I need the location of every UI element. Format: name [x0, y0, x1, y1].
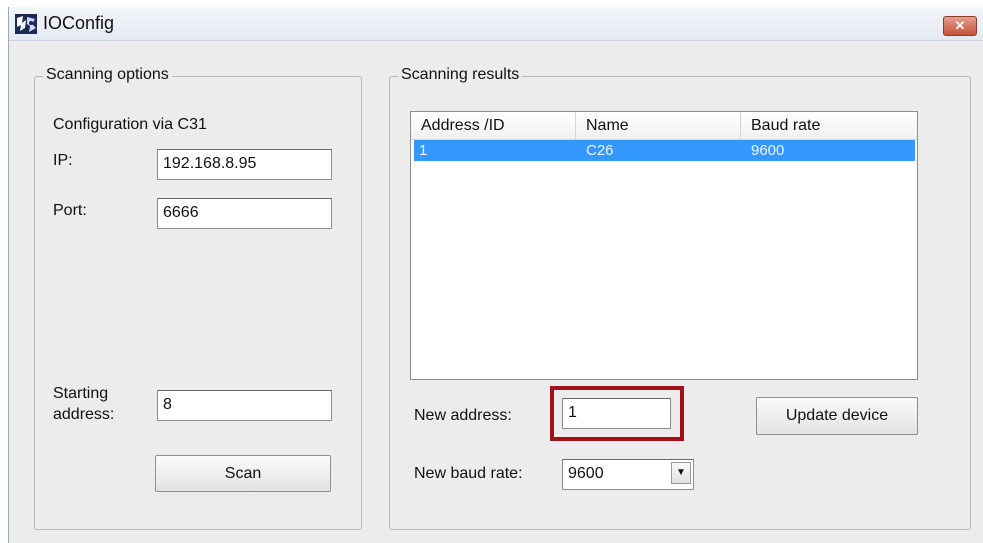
column-header-address[interactable]: Address /ID [411, 112, 576, 139]
port-field[interactable]: 6666 [157, 198, 332, 229]
starting-address-label-line1: Starting [53, 385, 109, 402]
new-baud-rate-label: New baud rate: [414, 465, 523, 482]
scan-button[interactable]: Scan [155, 455, 331, 492]
cell-baud-rate: 9600 [751, 142, 785, 159]
results-list[interactable]: Address /ID Name Baud rate 1 C26 9600 [410, 111, 918, 380]
cell-address: 1 [419, 142, 428, 159]
title-bar[interactable]: IOConfig ✕ [9, 7, 983, 41]
update-device-button[interactable]: Update device [756, 397, 918, 435]
results-list-header: Address /ID Name Baud rate [411, 112, 917, 140]
new-baud-rate-value: 9600 [568, 465, 604, 482]
new-baud-rate-select[interactable]: 9600 ▼ [562, 459, 694, 490]
cell-name: C26 [586, 142, 614, 159]
ioconfig-window: IOConfig ✕ Scanning options Configuratio… [8, 7, 983, 543]
chevron-down-icon[interactable]: ▼ [671, 462, 691, 484]
ip-field[interactable]: 192.168.8.95 [157, 149, 332, 180]
window-title: IOConfig [43, 13, 115, 33]
starting-address-field[interactable]: 8 [157, 390, 332, 421]
table-row[interactable]: 1 C26 9600 [414, 140, 915, 161]
scanning-options-label: Scanning options [43, 66, 172, 84]
port-label: Port: [53, 202, 87, 219]
new-address-field[interactable]: 1 [562, 398, 671, 429]
scanning-results-label: Scanning results [398, 66, 523, 84]
starting-address-label-line2: address: [53, 406, 115, 423]
new-address-label: New address: [414, 407, 512, 424]
column-header-baud-rate[interactable]: Baud rate [741, 112, 917, 139]
ip-label: IP: [53, 152, 73, 169]
close-button[interactable]: ✕ [943, 16, 977, 36]
configuration-label: Configuration via C31 [53, 116, 207, 133]
app-icon [15, 14, 37, 34]
column-header-name[interactable]: Name [576, 112, 741, 139]
